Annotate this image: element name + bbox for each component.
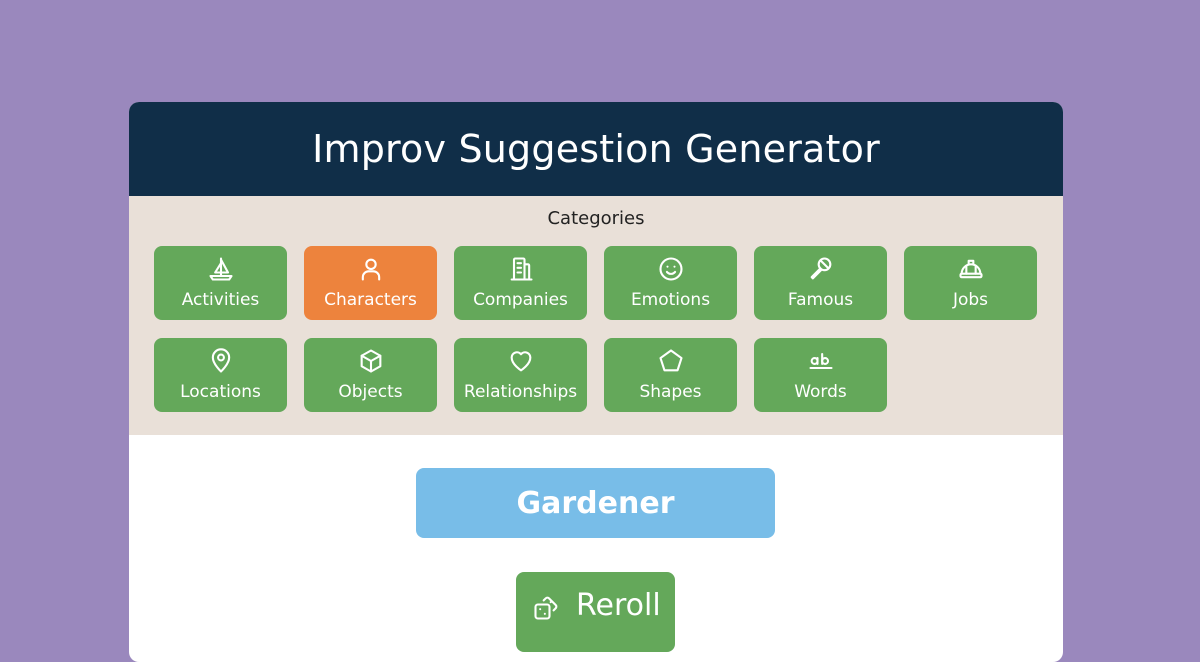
sailboat-icon (207, 255, 235, 283)
category-button-relationships[interactable]: Relationships (454, 338, 587, 412)
category-label: Emotions (630, 290, 711, 310)
person-icon (357, 255, 385, 283)
category-button-companies[interactable]: Companies (454, 246, 587, 320)
category-label: Characters (324, 290, 417, 310)
microphone-icon (807, 255, 835, 283)
building-icon (507, 255, 535, 283)
category-button-famous[interactable]: Famous (754, 246, 887, 320)
category-button-objects[interactable]: Objects (304, 338, 437, 412)
category-button-emotions[interactable]: Emotions (604, 246, 737, 320)
category-button-words[interactable]: Words (754, 338, 887, 412)
categories-panel: Categories Activities Characters Compani… (129, 196, 1063, 435)
category-label: Activities (181, 290, 260, 310)
text-ab-icon (807, 347, 835, 375)
smiley-icon (657, 255, 685, 283)
category-button-jobs[interactable]: Jobs (904, 246, 1037, 320)
cube-icon (357, 347, 385, 375)
dice-icon (532, 594, 560, 622)
heart-icon (507, 347, 535, 375)
pentagon-icon (657, 347, 685, 375)
category-button-characters[interactable]: Characters (304, 246, 437, 320)
map-pin-icon (207, 347, 235, 375)
category-button-shapes[interactable]: Shapes (604, 338, 737, 412)
category-label: Companies (473, 290, 568, 310)
hard-hat-icon (957, 255, 985, 283)
category-label: Objects (338, 382, 403, 402)
category-label: Famous (787, 290, 854, 310)
reroll-button[interactable]: Reroll (516, 572, 675, 652)
page-title: Improv Suggestion Generator (312, 127, 880, 171)
category-button-locations[interactable]: Locations (154, 338, 287, 412)
category-label: Words (794, 382, 847, 402)
category-label: Shapes (639, 382, 702, 402)
category-label: Jobs (952, 290, 989, 310)
category-label: Locations (180, 382, 261, 402)
suggestion-display: Gardener (416, 468, 775, 538)
category-label: Relationships (463, 382, 578, 402)
generator-card: Improv Suggestion Generator Categories A… (129, 102, 1063, 662)
header: Improv Suggestion Generator (129, 102, 1063, 196)
reroll-label: Reroll (576, 588, 661, 623)
category-button-activities[interactable]: Activities (154, 246, 287, 320)
categories-heading: Categories (547, 208, 645, 229)
